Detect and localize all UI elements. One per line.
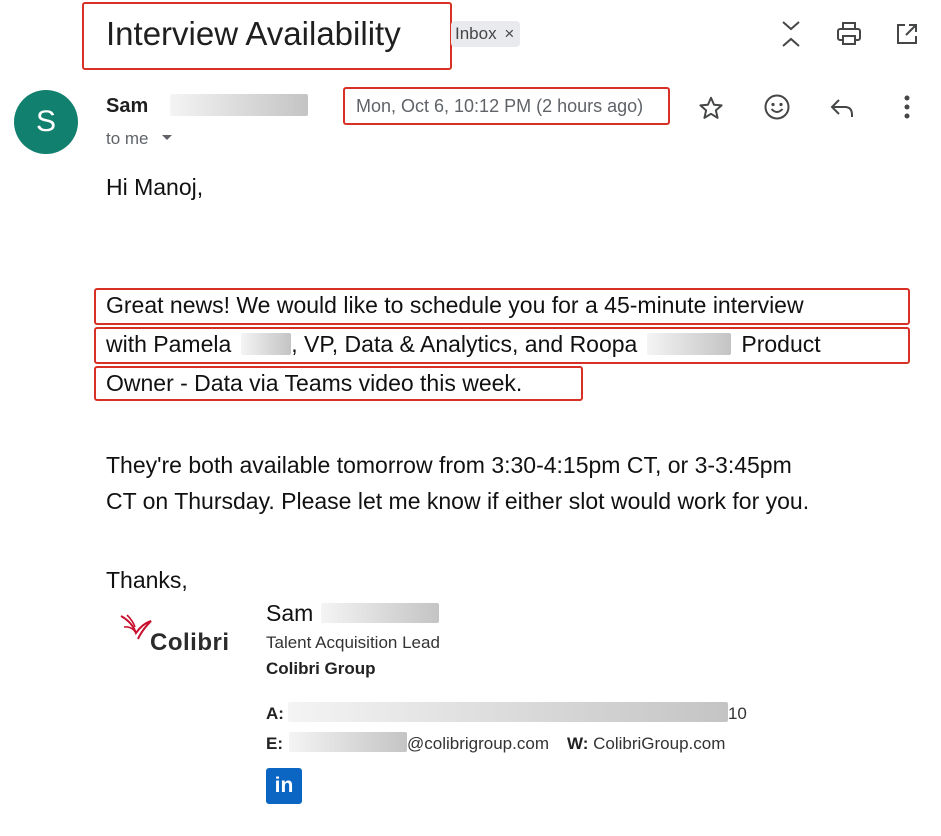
emoji-reaction-icon[interactable] [760, 90, 794, 124]
website-link[interactable]: ColibriGroup.com [593, 734, 725, 753]
inbox-label-text: Inbox [455, 24, 497, 43]
star-icon[interactable] [694, 91, 728, 125]
redacted-surname [169, 94, 308, 116]
email-subject: Interview Availability [106, 15, 401, 52]
more-options-icon[interactable] [890, 90, 924, 124]
company-logo: Colibri [118, 612, 238, 662]
signature-contact: E: @colibrigroup.com W: ColibriGroup.com [266, 732, 726, 753]
paragraph-2-line-2: CT on Thursday. Please let me know if ei… [106, 488, 810, 514]
recipient-details[interactable]: to me [106, 129, 173, 149]
print-icon[interactable] [833, 18, 865, 50]
hummingbird-icon [120, 614, 152, 640]
reply-icon[interactable] [825, 91, 859, 125]
signature-title: Talent Acquisition Lead [266, 633, 440, 652]
signature-address: A: 10 [266, 702, 747, 723]
paragraph-2-line-1: They're both available tomorrow from 3:3… [106, 452, 792, 478]
redacted-surname [241, 333, 292, 355]
remove-label-icon[interactable]: × [504, 24, 514, 43]
linkedin-icon[interactable]: in [266, 768, 302, 804]
chevron-down-icon [162, 135, 173, 140]
signature-company: Colibri Group [266, 659, 376, 678]
sender-name[interactable]: Sam [106, 94, 308, 118]
signature-name: Sam [266, 600, 440, 627]
paragraph-1-line-1: Great news! We would like to schedule yo… [106, 292, 804, 318]
inbox-label-chip[interactable]: Inbox × [451, 21, 521, 47]
collapse-all-icon[interactable] [775, 18, 807, 50]
redacted-surname [647, 333, 732, 355]
redacted-surname [321, 603, 440, 623]
open-in-new-window-icon[interactable] [891, 18, 923, 50]
message-date: Mon, Oct 6, 10:12 PM (2 hours ago) [356, 96, 644, 116]
greeting: Hi Manoj, [106, 174, 204, 200]
sender-avatar[interactable]: S [14, 90, 78, 154]
redacted-address [287, 702, 728, 722]
paragraph-1-line-3: Owner - Data via Teams video this week. [106, 370, 523, 396]
company-logo-text: Colibri [150, 629, 230, 656]
closing: Thanks, [106, 567, 188, 593]
paragraph-1-line-2: with Pamela, VP, Data & Analytics, and R… [106, 331, 821, 357]
email-domain[interactable]: @colibrigroup.com [407, 734, 549, 753]
redacted-email [289, 732, 407, 752]
